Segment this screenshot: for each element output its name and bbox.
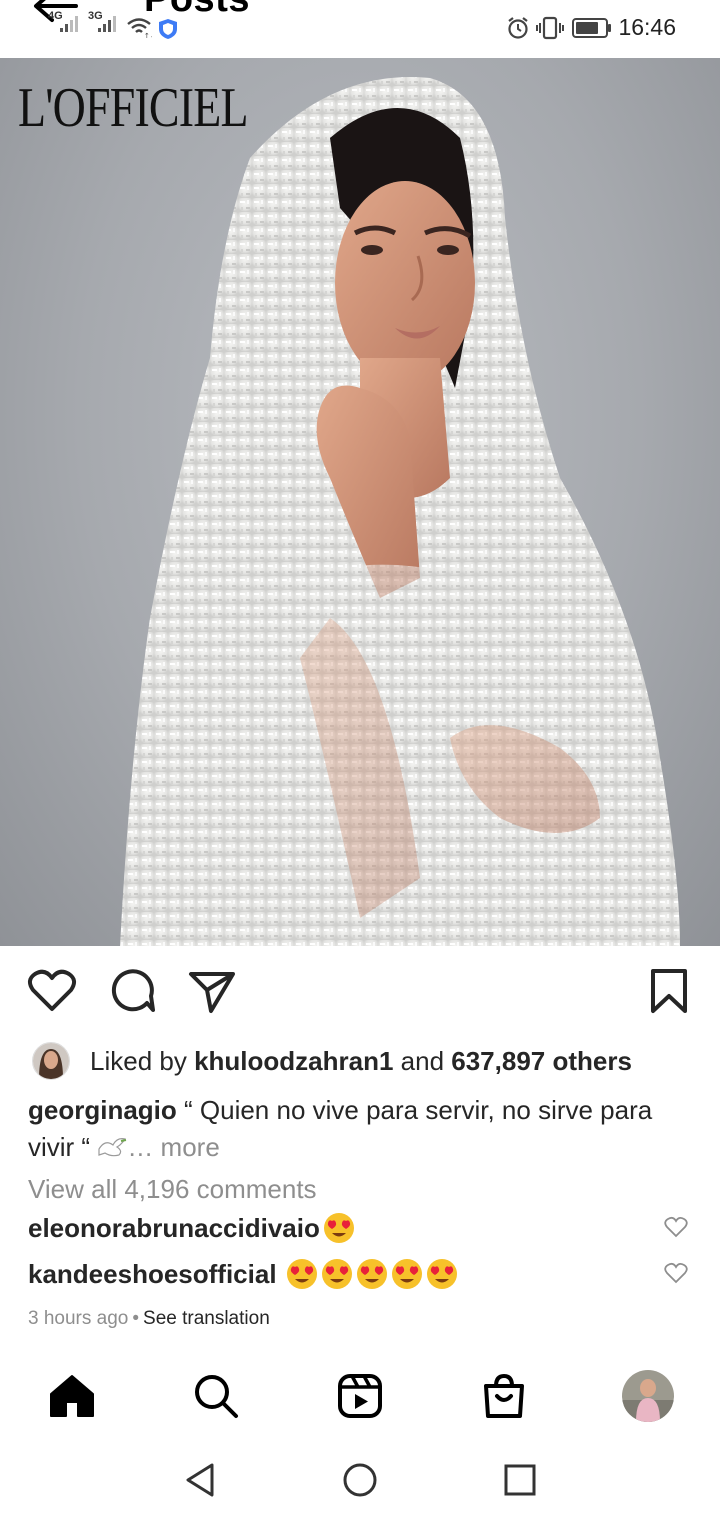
system-home-icon[interactable] bbox=[340, 1460, 380, 1500]
alarm-icon bbox=[508, 17, 528, 39]
liker-avatar[interactable] bbox=[32, 1042, 70, 1080]
battery-icon bbox=[572, 18, 611, 38]
search-icon[interactable] bbox=[192, 1372, 240, 1420]
status-bar: Posts 4G 3G ↑↓ 16:46 bbox=[0, 0, 720, 58]
comment-row[interactable]: kandeeshoesofficial bbox=[28, 1258, 458, 1290]
comment-icon[interactable] bbox=[107, 966, 157, 1016]
comment-like-heart-icon[interactable] bbox=[664, 1262, 688, 1284]
profile-avatar[interactable] bbox=[622, 1370, 674, 1422]
clock: 16:46 bbox=[618, 14, 676, 40]
post-photo-illustration bbox=[120, 77, 680, 946]
comment-username[interactable]: eleonorabrunaccidivaio bbox=[28, 1213, 320, 1244]
bookmark-icon[interactable] bbox=[645, 966, 695, 1016]
svg-text:↑↓: ↑↓ bbox=[144, 32, 152, 38]
post-photo[interactable]: L'OFFICIEL bbox=[0, 58, 720, 946]
heart-eyes-emoji-icon bbox=[356, 1259, 387, 1289]
send-icon[interactable] bbox=[187, 966, 237, 1016]
caption-more-link[interactable]: … more bbox=[127, 1132, 219, 1162]
heart-eyes-emoji-icon bbox=[321, 1259, 352, 1289]
liker-avatar-image bbox=[33, 1043, 69, 1079]
liked-username[interactable]: khuloodzahran1 bbox=[194, 1046, 393, 1076]
heart-eyes-emoji-icon bbox=[426, 1259, 457, 1289]
reels-icon[interactable] bbox=[336, 1372, 384, 1420]
liked-count[interactable]: 637,897 others bbox=[451, 1046, 632, 1076]
heart-eyes-emoji-icon bbox=[286, 1259, 317, 1289]
post-meta-row: 3 hours ago • See translation bbox=[28, 1308, 270, 1330]
comment-row[interactable]: eleonorabrunaccidivaio bbox=[28, 1212, 355, 1244]
system-back-icon[interactable] bbox=[180, 1460, 220, 1500]
profile-avatar-image bbox=[622, 1370, 674, 1422]
comment-like-heart-icon[interactable] bbox=[664, 1216, 688, 1238]
home-icon[interactable] bbox=[48, 1372, 96, 1420]
sim1-signal-icon bbox=[60, 16, 78, 32]
sim2-signal-icon bbox=[98, 16, 116, 32]
system-recents-icon[interactable] bbox=[500, 1460, 540, 1500]
caption-username[interactable]: georginagio bbox=[28, 1095, 177, 1125]
heart-eyes-emoji-icon bbox=[323, 1213, 354, 1243]
dove-emoji-icon bbox=[98, 1138, 127, 1157]
shield-icon bbox=[159, 19, 177, 39]
magazine-logo: L'OFFICIEL bbox=[18, 77, 248, 139]
see-translation-link[interactable]: See translation bbox=[143, 1308, 270, 1329]
wifi-icon: ↑↓ bbox=[127, 18, 152, 38]
likes-summary[interactable]: Liked by khuloodzahran1 and 637,897 othe… bbox=[32, 1042, 632, 1080]
liked-middle: and bbox=[393, 1045, 452, 1076]
heart-eyes-emoji-icon bbox=[391, 1259, 422, 1289]
vibrate-icon bbox=[536, 16, 564, 40]
likes-text: Liked by khuloodzahran1 and 637,897 othe… bbox=[90, 1046, 632, 1077]
like-heart-icon[interactable] bbox=[27, 966, 77, 1016]
view-all-comments-link[interactable]: View all 4,196 comments bbox=[28, 1174, 317, 1205]
meta-separator: • bbox=[132, 1308, 140, 1329]
post-time: 3 hours ago bbox=[28, 1308, 129, 1329]
liked-prefix: Liked by bbox=[90, 1045, 195, 1076]
shop-icon[interactable] bbox=[480, 1372, 528, 1420]
comment-username[interactable]: kandeeshoesofficial bbox=[28, 1259, 277, 1290]
post-caption: georginagio “ Quien no vive para servir,… bbox=[28, 1092, 692, 1166]
